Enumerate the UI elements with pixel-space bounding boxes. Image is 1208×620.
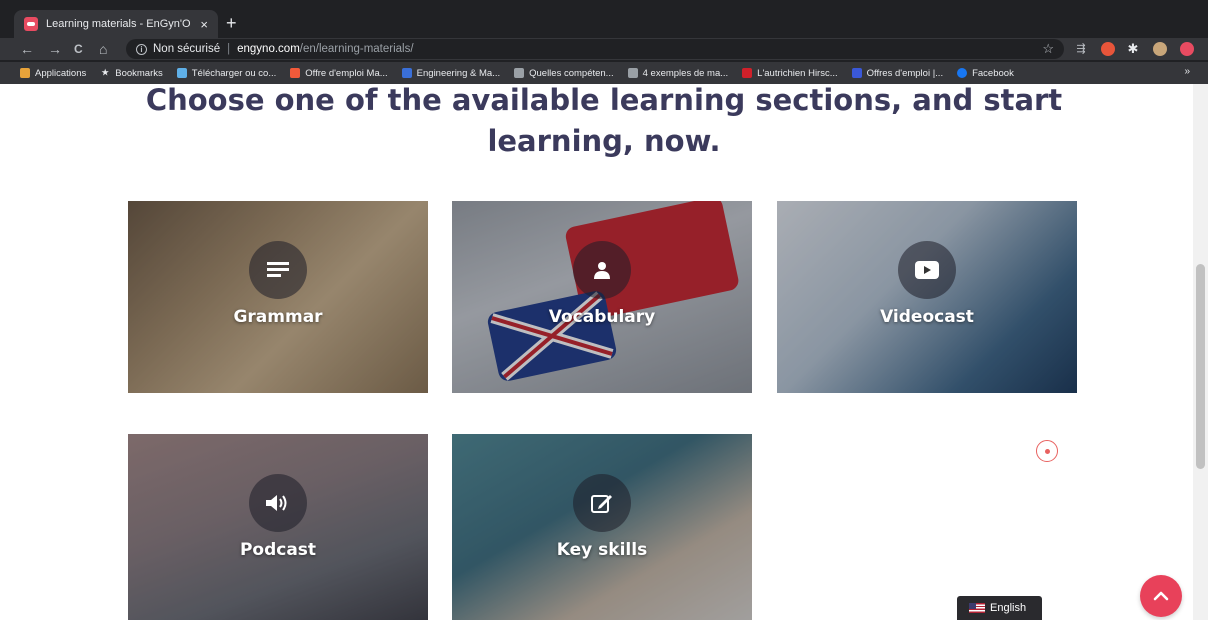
section-card-videocast[interactable]: Videocast <box>777 201 1077 393</box>
apps-grid-icon <box>20 68 30 78</box>
new-tab-button[interactable]: + <box>226 14 237 32</box>
security-status: Non sécurisé <box>153 43 221 55</box>
list-icon <box>249 241 307 299</box>
bookmark-item[interactable]: Offre d'emploi Ma... <box>290 67 388 79</box>
section-card-key-skills[interactable]: Key skills <box>452 434 752 620</box>
bookmark-label: Télécharger ou co... <box>191 67 277 79</box>
section-card-grammar[interactable]: Grammar <box>128 201 428 393</box>
section-label: Key skills <box>556 540 648 560</box>
language-switcher[interactable]: English <box>957 596 1042 620</box>
url-separator: | <box>227 43 231 55</box>
bookmark-item[interactable]: Quelles compéten... <box>514 68 614 79</box>
section-card-podcast[interactable]: Podcast <box>128 434 428 620</box>
bookmark-label: L'autrichien Hirsc... <box>757 67 838 79</box>
forward-button[interactable]: → <box>48 40 62 58</box>
bookmark-star-icon[interactable]: ☆ <box>1042 41 1054 57</box>
bookmark-item[interactable]: Facebook <box>957 68 1014 79</box>
language-label: English <box>990 602 1027 614</box>
browser-chrome: Learning materials - EnGyn'O × + ← → C ⌂… <box>0 0 1208 84</box>
page-title: Choose one of the available learning sec… <box>0 80 1208 162</box>
section-card-vocabulary[interactable]: Vocabulary <box>452 201 752 393</box>
home-button[interactable]: ⌂ <box>99 40 107 58</box>
reload-button[interactable]: C <box>74 40 83 58</box>
bookmark-item[interactable]: Engineering & Ma... <box>401 67 501 79</box>
speaker-icon <box>249 474 307 532</box>
bookmark-label: Applications <box>35 67 87 79</box>
scrollbar-thumb[interactable] <box>1196 264 1205 469</box>
browser-toolbar: ← → C ⌂ i Non sécurisé | engyno.com /en/… <box>0 38 1208 60</box>
bookmark-label: Bookmarks <box>115 67 163 79</box>
site-icon <box>627 68 638 78</box>
bookmark-label: Facebook <box>972 67 1014 79</box>
section-label: Grammar <box>233 307 323 327</box>
adblock-extension-icon[interactable] <box>1101 42 1115 56</box>
bookmark-label: Quelles compéten... <box>529 67 614 79</box>
bookmark-item[interactable]: ★ Bookmarks <box>100 68 163 79</box>
edit-icon <box>573 474 631 532</box>
bookmark-item[interactable]: 4 exemples de ma... <box>627 67 729 79</box>
page-title-line-2: learning, now. <box>487 124 721 158</box>
site-icon <box>742 68 753 78</box>
chevron-up-icon <box>1153 591 1169 601</box>
info-icon[interactable]: i <box>136 43 147 55</box>
page-title-line-1: Choose one of the available learning sec… <box>145 83 1063 117</box>
play-icon <box>898 241 956 299</box>
scroll-indicator-icon[interactable] <box>1036 440 1058 462</box>
section-label: Podcast <box>239 540 317 560</box>
section-label: Videocast <box>880 307 974 327</box>
star-icon: ★ <box>101 68 109 77</box>
student-icon <box>573 241 631 299</box>
site-icon <box>514 68 525 78</box>
back-to-top-button[interactable] <box>1140 575 1182 617</box>
site-icon <box>851 68 862 78</box>
tab-title: Learning materials - EnGyn'O <box>46 18 191 30</box>
facebook-icon <box>957 68 968 78</box>
update-menu-icon[interactable] <box>1180 42 1194 56</box>
page-scrollbar[interactable] <box>1193 84 1208 620</box>
us-flag-icon <box>969 603 985 613</box>
puzzle-extensions-icon[interactable]: ✱ <box>1126 42 1140 56</box>
bookmark-label: Offres d'emploi |... <box>866 67 944 79</box>
site-icon <box>401 68 412 78</box>
site-icon <box>176 68 187 78</box>
back-button[interactable]: ← <box>20 40 34 58</box>
bookmark-label: Offre d'emploi Ma... <box>305 67 388 79</box>
address-bar[interactable]: i Non sécurisé | engyno.com /en/learning… <box>126 39 1064 59</box>
tab-strip: Learning materials - EnGyn'O × + <box>0 6 1208 38</box>
bookmarks-overflow-button[interactable]: » <box>1184 66 1190 77</box>
tab-close-icon[interactable]: × <box>200 17 208 32</box>
url-host: engyno.com <box>237 43 300 55</box>
section-label: Vocabulary <box>548 307 656 327</box>
bookmark-label: Engineering & Ma... <box>416 67 501 79</box>
bookmark-item[interactable]: L'autrichien Hirsc... <box>742 67 838 79</box>
site-icon <box>290 68 301 78</box>
bookmark-item[interactable]: Applications <box>20 68 86 79</box>
bookmark-label: 4 exemples de ma... <box>642 67 729 79</box>
url-path: /en/learning-materials/ <box>299 43 414 55</box>
site-favicon-icon <box>24 17 38 31</box>
profile-avatar[interactable] <box>1153 42 1167 56</box>
bookmark-item[interactable]: Offres d'emploi |... <box>851 67 944 79</box>
bookmark-item[interactable]: Télécharger ou co... <box>176 67 277 79</box>
extension-icon[interactable]: ⇶ <box>1074 42 1088 56</box>
browser-tab[interactable]: Learning materials - EnGyn'O × <box>14 10 218 38</box>
